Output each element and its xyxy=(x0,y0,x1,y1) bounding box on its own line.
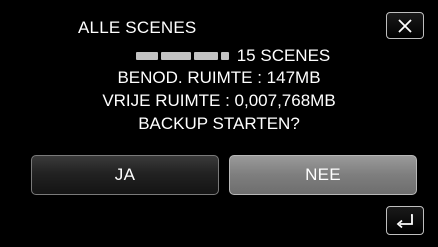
back-button[interactable] xyxy=(386,206,424,235)
obscured-progress-icon xyxy=(135,45,232,65)
yes-button[interactable]: JA xyxy=(31,155,219,195)
no-button[interactable]: NEE xyxy=(229,155,417,195)
free-space: VRIJE RUIMTE : 0,007,768MB xyxy=(102,91,336,110)
close-icon xyxy=(398,18,412,33)
return-arrow-icon xyxy=(396,213,413,228)
dialog-title: ALLE SCENES xyxy=(78,18,197,37)
confirm-question: BACKUP STARTEN? xyxy=(138,114,300,133)
used-space: BENOD. RUIMTE : 147MB xyxy=(117,68,321,87)
scene-count-line: 15 SCENES xyxy=(14,46,438,67)
backup-confirm-screen: ALLE SCENES 15 SCENES BENOD. RUIMTE : 14… xyxy=(0,0,438,247)
close-button[interactable] xyxy=(386,12,424,39)
scene-count: 15 SCENES xyxy=(236,46,331,65)
